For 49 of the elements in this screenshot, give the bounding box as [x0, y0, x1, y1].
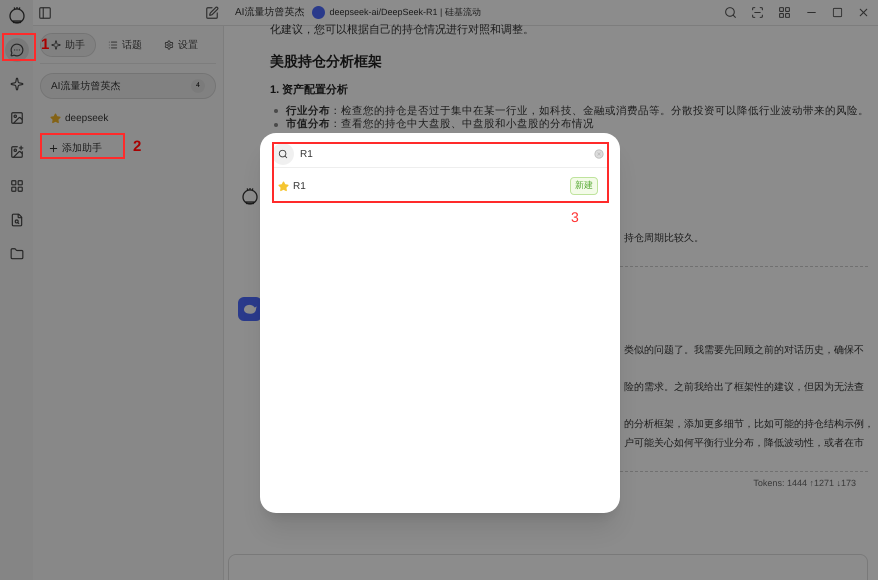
search-result[interactable]: R1 新建 [272, 168, 608, 204]
message-text: 险的需求。之前我给出了框架性的建议，但因为无法查 [623, 380, 865, 395]
sparkle-icon [10, 77, 24, 91]
model-logo-icon [312, 6, 326, 19]
annotation-number: 2 [133, 137, 142, 157]
image-plus-icon [10, 145, 24, 159]
sidebar-tab[interactable]: 话题 [98, 33, 152, 57]
assistant-item[interactable]: deepseek [40, 105, 216, 131]
gear-icon [164, 40, 174, 50]
folder-icon [10, 247, 24, 261]
sidebar-tab[interactable]: 设置 [154, 33, 208, 57]
bullet-text: 行业分布：检查您的持仓是否过于集中在某一行业，如科技、金融或消费品等。分散投资可以降低行业波动带来的风险。 [286, 104, 869, 118]
star-icon [50, 112, 61, 124]
token-count: Tokens: 1444 ↑1271 ↓173 [752, 477, 856, 490]
model-name[interactable]: deepseek-ai/DeepSeek-R1 | 硅基流动 [329, 6, 481, 20]
annotation-number: 1 [41, 35, 50, 55]
assistant-title: AI流量坊曾英杰 [235, 6, 304, 20]
assistant-name: deepseek [65, 112, 108, 126]
grid-icon [10, 179, 24, 193]
result-name: R1 [293, 180, 306, 194]
plus-icon [48, 142, 59, 154]
nav-button[interactable] [4, 38, 28, 62]
star-icon [278, 180, 289, 192]
new-chat-icon[interactable] [205, 6, 219, 20]
message-text: 类似的问题了。我需要先回顾之前的对话历史，确保不 [623, 344, 865, 358]
list-icon [108, 40, 118, 50]
message-text: 的分析框架，添加更多细节，比如可能的持仓结构示例， [623, 418, 875, 432]
image-icon [10, 111, 24, 125]
subsection-heading: 1. 资产配置分析 [269, 82, 350, 98]
bullet-icon [274, 123, 278, 128]
assistant-name: AI流量坊曾英杰 [51, 80, 120, 94]
section-heading: 美股持仓分析框架 [268, 52, 383, 71]
sparkle-icon [51, 40, 61, 50]
bullet-text: 市值分布：查看您的持仓中大盘股、中盘股和小盘股的分布情况 [286, 117, 594, 132]
new-badge: 新建 [570, 177, 598, 195]
bullet-icon [274, 109, 278, 114]
search-icon[interactable] [724, 6, 737, 19]
message-text: 持仓周期比较久。 [623, 232, 705, 246]
search-field[interactable]: R1 [300, 146, 594, 162]
document-search-icon [10, 213, 24, 227]
chat-icon [10, 43, 24, 57]
close-icon[interactable] [857, 6, 870, 19]
maximize-icon[interactable] [832, 7, 843, 18]
message-text: 化建议，您可以根据自己的持仓情况进行对照和调整。 [269, 23, 535, 38]
message-text: 户可能关心如何平衡行业分布，降低波动性，或者在市 [623, 436, 865, 451]
sidebar-toggle-icon[interactable] [38, 6, 52, 20]
annotation-number: 3 [571, 208, 579, 227]
scan-icon[interactable] [751, 6, 764, 19]
grid-icon[interactable] [778, 6, 791, 19]
